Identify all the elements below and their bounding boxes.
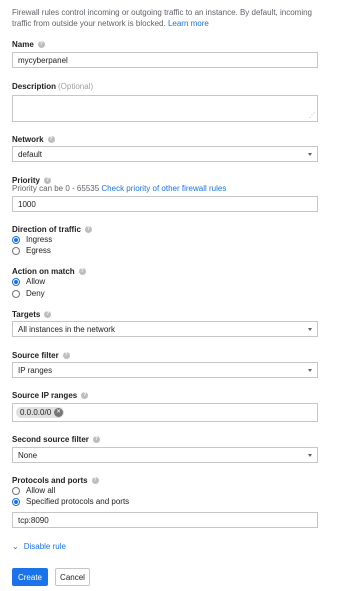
name-input[interactable]: mycyberpanel [12, 52, 318, 68]
network-label: Network ? [12, 135, 55, 144]
radio-button-checked[interactable] [12, 277, 20, 286]
chevron-double-down-icon: ⌄ [12, 542, 19, 551]
description-textarea[interactable]: ⋰ [12, 95, 318, 122]
help-icon[interactable]: ? [84, 226, 92, 233]
protocols-label: Protocols and ports ? [12, 476, 99, 485]
radio-allow-all[interactable]: Allow all [12, 486, 55, 495]
targets-select-value: All instances in the network [18, 324, 115, 334]
protocols-ports-input[interactable]: tcp:8090 [12, 512, 318, 528]
help-icon[interactable]: ? [78, 268, 86, 275]
source-filter-select-value: IP ranges [18, 365, 53, 375]
create-button[interactable]: Create [12, 568, 48, 586]
disable-rule-label: Disable rule [23, 542, 66, 551]
radio-specified-protocols-label: Specified protocols and ports [26, 497, 130, 506]
chevron-down-icon [308, 368, 312, 372]
check-priority-link[interactable]: Check priority of other firewall rules [101, 184, 226, 193]
radio-allow[interactable]: Allow [12, 277, 45, 286]
source-filter-label-text: Source filter [12, 351, 59, 360]
resize-handle-icon[interactable]: ⋰ [309, 113, 315, 119]
action-label: Action on match ? [12, 267, 86, 276]
chevron-down-icon [308, 453, 312, 457]
radio-deny[interactable]: Deny [12, 289, 45, 298]
radio-specified-protocols[interactable]: Specified protocols and ports [12, 497, 129, 506]
ip-range-chip-label: 0.0.0.0/0 [20, 408, 52, 417]
intro-description: Firewall rules control incoming or outgo… [12, 8, 313, 28]
help-icon[interactable]: ? [44, 311, 52, 318]
name-label-text: Name [12, 40, 34, 49]
description-label: Description (Optional) [12, 82, 93, 91]
targets-label-text: Targets [12, 310, 41, 319]
help-icon[interactable]: ? [81, 392, 89, 399]
radio-deny-label: Deny [26, 289, 45, 298]
cancel-button[interactable]: Cancel [55, 568, 90, 586]
protocols-label-text: Protocols and ports [12, 476, 88, 485]
second-source-filter-select[interactable]: None [12, 447, 318, 463]
name-label: Name ? [12, 40, 45, 49]
ip-range-chip: 0.0.0.0/0 ✕ [16, 407, 65, 418]
radio-button[interactable] [12, 289, 20, 298]
targets-label: Targets ? [12, 310, 52, 319]
second-source-filter-label-text: Second source filter [12, 435, 89, 444]
radio-button-checked[interactable] [12, 235, 20, 244]
priority-hint: Priority can be 0 - 65535 Check priority… [12, 184, 226, 193]
action-label-text: Action on match [12, 267, 75, 276]
intro-text: Firewall rules control incoming or outgo… [12, 7, 330, 29]
help-icon[interactable]: ? [37, 41, 45, 48]
priority-input-value: 1000 [18, 199, 36, 209]
second-source-filter-label: Second source filter ? [12, 435, 100, 444]
network-select[interactable]: default [12, 146, 318, 162]
help-icon[interactable]: ? [91, 477, 99, 484]
close-icon[interactable]: ✕ [54, 408, 64, 417]
source-filter-select[interactable]: IP ranges [12, 362, 318, 378]
network-label-text: Network [12, 135, 44, 144]
direction-label: Direction of traffic ? [12, 225, 92, 234]
help-icon[interactable]: ? [44, 177, 52, 184]
radio-egress-label: Egress [26, 246, 51, 255]
disable-rule-link[interactable]: ⌄ Disable rule [12, 542, 66, 551]
source-ip-ranges-label-text: Source IP ranges [12, 391, 78, 400]
radio-allow-all-label: Allow all [26, 486, 56, 495]
chevron-down-icon [308, 152, 312, 156]
priority-hint-text: Priority can be 0 - 65535 [12, 184, 100, 193]
radio-button[interactable] [12, 486, 20, 495]
radio-button[interactable] [12, 246, 20, 255]
second-source-filter-select-value: None [18, 450, 38, 460]
radio-button-checked[interactable] [12, 497, 20, 506]
radio-egress[interactable]: Egress [12, 246, 51, 255]
chevron-down-icon [308, 327, 312, 331]
source-filter-label: Source filter ? [12, 351, 70, 360]
help-icon[interactable]: ? [62, 352, 70, 359]
direction-label-text: Direction of traffic [12, 225, 81, 234]
radio-allow-label: Allow [26, 277, 46, 286]
radio-ingress[interactable]: Ingress [12, 235, 52, 244]
description-label-text: Description [12, 82, 57, 91]
protocols-ports-input-value: tcp:8090 [18, 515, 49, 525]
name-input-value: mycyberpanel [18, 55, 68, 65]
priority-input[interactable]: 1000 [12, 196, 318, 212]
help-icon[interactable]: ? [92, 436, 100, 443]
targets-select[interactable]: All instances in the network [12, 321, 318, 337]
optional-tag: (Optional) [58, 82, 94, 91]
help-icon[interactable]: ? [47, 136, 55, 143]
learn-more-link[interactable]: Learn more [168, 19, 209, 28]
network-select-value: default [18, 149, 43, 159]
radio-ingress-label: Ingress [26, 235, 53, 244]
source-ip-ranges-label: Source IP ranges ? [12, 391, 89, 400]
source-ip-ranges-input[interactable]: 0.0.0.0/0 ✕ [12, 403, 318, 422]
